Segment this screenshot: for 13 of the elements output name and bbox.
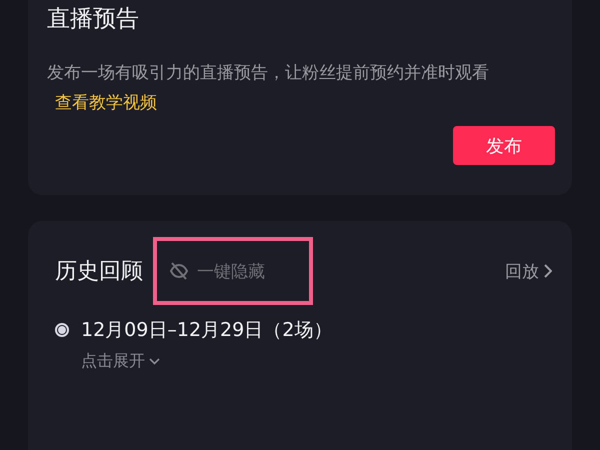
date-range-text: 12月09日–12月29日（2场） bbox=[81, 318, 332, 343]
hide-all-button[interactable]: 一键隐藏 bbox=[153, 237, 313, 305]
expand-link[interactable]: 点击展开 bbox=[81, 351, 160, 372]
chevron-right-icon bbox=[543, 264, 552, 278]
description-text: 发布一场有吸引力的直播预告，让粉丝提前预约并准时观看 查看教学视频 bbox=[47, 62, 490, 115]
replay-link[interactable]: 回放 bbox=[505, 260, 552, 282]
card-title: 直播预告 bbox=[47, 5, 140, 34]
tutorial-link[interactable]: 查看教学视频 bbox=[55, 93, 157, 113]
publish-button[interactable]: 发布 bbox=[453, 126, 555, 165]
section-title: 历史回顾 bbox=[55, 258, 143, 286]
eye-slash-icon bbox=[169, 262, 189, 280]
radio-button[interactable] bbox=[55, 323, 69, 337]
chevron-down-icon bbox=[149, 358, 160, 365]
